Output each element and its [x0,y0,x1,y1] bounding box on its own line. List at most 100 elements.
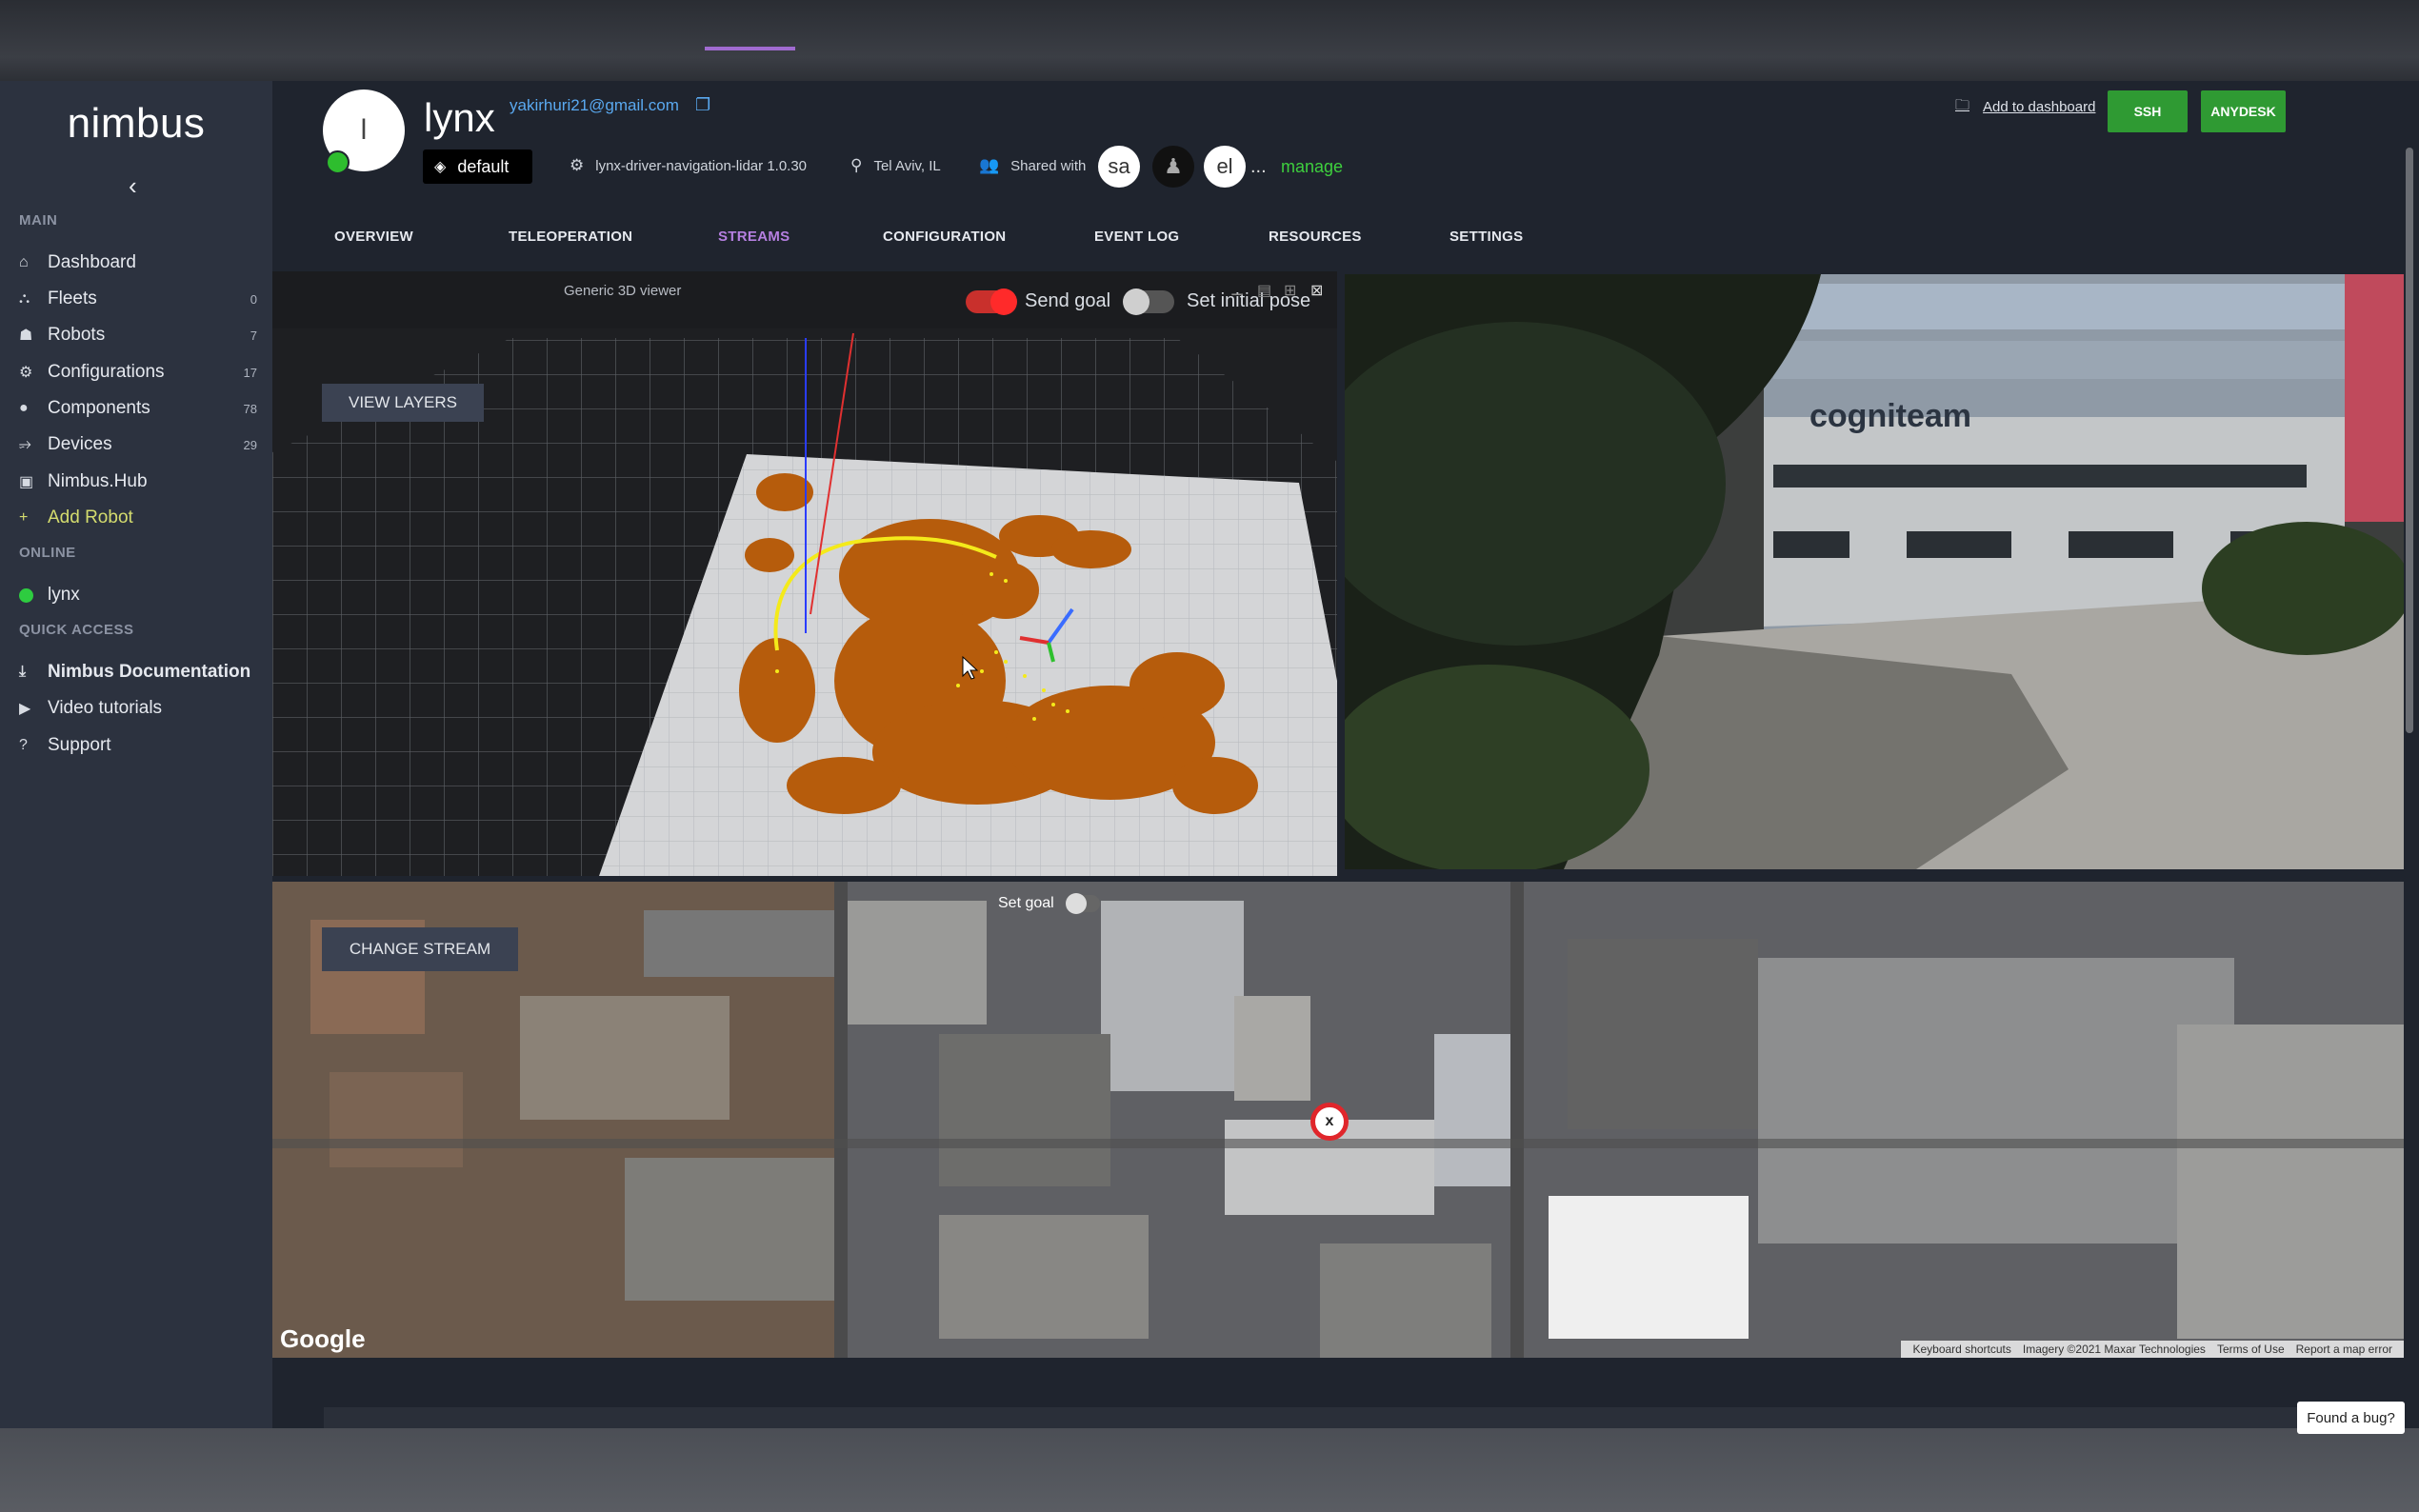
google-logo: Google [280,1324,366,1353]
keyboard-shortcuts-link[interactable]: Keyboard shortcuts [1912,1343,2010,1356]
set-goal-label: Set goal [998,895,1054,911]
satellite-map[interactable]: Set goal CHANGE STREAM x Google Keyboard… [272,882,2404,1358]
sidebar-item-count: 7 [250,328,257,343]
sidebar-item-devices[interactable]: ⭌ Devices 29 [19,429,257,460]
building-sign: cogniteam [1809,398,1972,434]
sidebar-item-label: Support [48,735,111,755]
expand-icon[interactable]: ⊞ [1284,281,1296,300]
sidebar-item-add-robot[interactable]: + Add Robot [19,503,257,533]
sidebar-item-label: Nimbus.Hub [48,471,148,491]
tab-event-log[interactable]: EVENT LOG [1094,229,1179,245]
add-to-dashboard-link[interactable]: 🗀 Add to dashboard [1955,95,2095,119]
tab-configuration[interactable]: CONFIGURATION [883,229,1006,245]
play-icon: ▶ [19,701,31,717]
close-icon[interactable]: ⊠ [1310,281,1323,300]
fleet-icon: ⛬ [19,290,30,307]
camera-stream[interactable]: cogniteam [1345,274,2404,869]
sidebar-item-label: Video tutorials [48,698,163,718]
sidebar-item-online-lynx[interactable]: lynx [19,580,257,610]
restore-icon[interactable]: ▤ [1257,281,1271,300]
toggle-knob [990,288,1017,315]
toggle-knob [1123,288,1150,315]
sidebar-item-label: Dashboard [48,252,136,272]
set-goal-toggle[interactable] [1066,893,1100,914]
footer-bar [324,1407,2404,1428]
sidebar-item-support[interactable]: ? Support [19,730,257,761]
tab-settings[interactable]: SETTINGS [1449,229,1523,245]
robot-name: lynx [424,95,495,140]
location-pin-icon: ⚲ [850,156,863,174]
sidebar-item-fleets[interactable]: ⛬ Fleets 0 [19,284,257,314]
active-tab-underline [705,47,795,50]
report-map-error-link[interactable]: Report a map error [2296,1343,2392,1356]
section-main: MAIN [19,212,58,229]
red-wall [2345,274,2404,522]
white-roof [1549,1196,1749,1339]
tab-resources[interactable]: RESOURCES [1269,229,1362,245]
more-shared-users: ... [1250,156,1267,177]
sidebar-item-label: Fleets [48,288,97,308]
tab-overview[interactable]: OVERVIEW [334,229,413,245]
sidebar: nimbus ‹ MAIN ⌂ Dashboard ⛬ Fleets 0 ☗ R… [0,81,272,1428]
robot-version: ⚙ lynx-driver-navigation-lidar 1.0.30 [570,156,807,175]
robot-online-dot [326,150,350,174]
3d-scene[interactable] [272,271,1337,876]
found-a-bug-button[interactable]: Found a bug? [2297,1402,2405,1434]
section-quick-access: QUICK ACCESS [19,622,134,638]
send-goal-toggle[interactable] [966,288,1017,315]
terms-of-use-link[interactable]: Terms of Use [2217,1343,2285,1356]
sidebar-item-count: 78 [243,401,257,416]
anydesk-button[interactable]: ANYDESK [2201,90,2286,132]
sidebar-item-label: Components [48,398,150,418]
sidebar-item-label: Nimbus Documentation [48,662,251,682]
tab-streams[interactable]: STREAMS [718,229,790,245]
sidebar-item-count: 17 [243,365,257,380]
users-icon: 👥 [979,156,1000,174]
bushes-right [2202,522,2404,655]
sidebar-item-nimbus-hub[interactable]: ▣ Nimbus.Hub [19,467,257,497]
manage-sharing-link[interactable]: manage [1281,157,1343,177]
generic-3d-viewer[interactable]: Generic 3D viewer Send goal Set initial … [272,271,1337,876]
sidebar-item-count: 29 [243,437,257,452]
owner-email[interactable]: yakirhuri21@gmail.com [510,96,679,115]
home-icon: ⌂ [19,254,29,270]
tab-teleoperation[interactable]: TELEOPERATION [509,229,632,245]
scrollbar[interactable] [2406,148,2413,733]
sidebar-item-label: Configurations [48,362,165,382]
download-icon: ⤓ [19,664,27,680]
sidebar-item-label: Add Robot [48,507,133,527]
copy-icon[interactable]: ❐ [695,95,710,115]
robot-location-marker[interactable]: x [1310,1103,1349,1141]
sidebar-item-video-tutorials[interactable]: ▶ Video tutorials [19,693,257,724]
shared-user-avatar[interactable]: sa [1098,146,1140,188]
send-goal-label: Send goal [1025,290,1111,311]
ssh-button[interactable]: SSH [2108,90,2188,132]
minimize-icon[interactable]: ⚊ [1230,281,1244,300]
sidebar-item-robots[interactable]: ☗ Robots 7 [19,320,257,350]
sidebar-item-components[interactable]: ● Components 78 [19,393,257,424]
component-icon: ● [19,400,29,416]
chevron-left-icon[interactable]: ‹ [129,171,137,201]
help-icon: ? [19,737,28,753]
robot-location: ⚲ Tel Aviv, IL [850,156,941,175]
configuration-badge[interactable]: ◈ default [423,149,532,184]
sidebar-item-label: Devices [48,434,112,454]
change-stream-button[interactable]: CHANGE STREAM [322,927,518,971]
hub-icon: ▣ [19,474,34,490]
gear-icon: ⚙ [19,365,33,381]
shared-user-avatar[interactable]: el [1204,146,1246,188]
camera-image [1345,274,2404,869]
map-attribution: Keyboard shortcuts Imagery ©2021 Maxar T… [1901,1341,2404,1358]
toggle-knob [1066,893,1087,914]
shared-user-photo-avatar[interactable]: ♟ [1152,146,1194,188]
sidebar-item-dashboard[interactable]: ⌂ Dashboard [19,248,257,278]
set-initial-pose-toggle[interactable] [1123,288,1174,315]
sidebar-item-configurations[interactable]: ⚙ Configurations 17 [19,357,257,388]
robot-version-text: lynx-driver-navigation-lidar 1.0.30 [595,157,808,174]
shared-with-label: Shared with [1010,157,1087,174]
view-layers-button[interactable]: VIEW LAYERS [322,384,484,422]
nimbus-logo[interactable]: nimbus [0,100,272,148]
robot-location-text: Tel Aviv, IL [873,157,941,174]
sidebar-item-nimbus-documentation[interactable]: ⤓ Nimbus Documentation [19,657,257,687]
sidebar-item-label: Robots [48,325,106,345]
